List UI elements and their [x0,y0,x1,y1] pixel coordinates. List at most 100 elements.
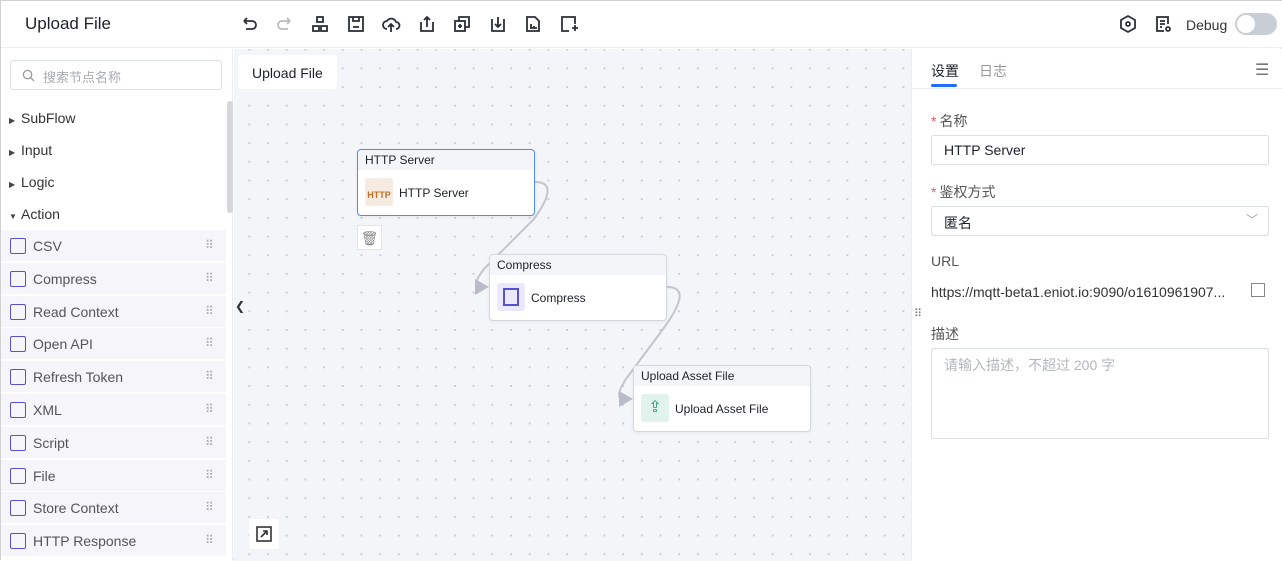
sidebar-scrollbar[interactable] [227,101,233,213]
auth-value: 匿名 [944,215,972,231]
palette-item-http-response[interactable]: HTTP Response ⠿ [1,525,226,558]
group-input[interactable]: ▶ Input [9,142,52,158]
drag-handle-icon[interactable]: ⠿ [205,500,214,514]
node-type-icon [10,533,26,550]
node-compress[interactable]: Compress Compress [489,254,667,321]
palette-item-csv[interactable]: CSV ⠿ [1,230,226,262]
palette-item-refresh-token[interactable]: Refresh Token ⠿ [1,361,226,394]
report-icon[interactable] [523,14,543,34]
item-label: Compress [33,270,97,287]
group-action[interactable]: ▼ Action [9,206,60,222]
save-icon[interactable] [346,14,366,34]
palette-item-store-context[interactable]: Store Context ⠿ [1,492,226,525]
node-header: Upload Asset File [634,366,810,386]
search-icon [22,69,35,82]
flow-title: Upload File [25,14,111,33]
node-search-input[interactable]: 搜索节点名称 [10,60,222,90]
item-label: Refresh Token [33,369,124,386]
desc-label: 描述 [931,326,959,342]
node-type-icon [10,402,26,418]
tab-logs[interactable]: 日志 [979,61,1007,81]
palette-item-xml[interactable]: XML ⠿ [1,394,226,426]
node-label: HTTP Server [399,186,469,200]
settings-hex-icon[interactable] [1118,14,1138,34]
collapse-panel-icon[interactable]: ☰ [1255,60,1269,80]
node-type-icon [10,500,26,517]
export-icon[interactable] [417,14,437,34]
node-type-icon [10,369,26,386]
group-logic[interactable]: ▶ Logic [9,174,54,190]
palette-item-file[interactable]: File ⠿ [1,459,226,492]
name-input[interactable]: HTTP Server [931,135,1269,165]
drag-handle-icon[interactable]: ⠿ [205,435,214,449]
caret-down-icon: ▼ [9,212,17,221]
group-label: Logic [21,174,55,190]
group-label: SubFlow [21,110,76,126]
palette-item-script[interactable]: Script ⠿ [1,426,226,459]
import-icon[interactable] [488,14,508,34]
palette-item-open-api[interactable]: Open API ⠿ [1,328,226,361]
copy-url-icon[interactable] [1251,283,1265,297]
search-placeholder: 搜索节点名称 [43,70,122,85]
drag-handle-icon[interactable]: ⠿ [205,304,214,318]
palette-item-compress[interactable]: Compress ⠿ [1,262,226,295]
debug-label: Debug [1186,17,1228,33]
compress-icon [497,283,525,311]
tab-settings[interactable]: 设置 [931,61,959,81]
description-textarea[interactable]: 请输入描述，不超过 200 字 [931,348,1269,439]
group-subflow[interactable]: ▶ SubFlow [9,110,75,126]
item-label: Script [33,434,69,451]
drag-handle-icon[interactable]: ⠿ [205,336,214,350]
node-type-icon [10,270,26,287]
trash-icon: 🗑 [360,230,379,246]
drag-handle-icon[interactable]: ⠿ [205,238,214,252]
node-http-server[interactable]: HTTP Server HTTP HTTP Server [357,149,535,216]
flow-canvas[interactable]: Upload File HTTP Server HTTP HTTP Server… [234,49,911,561]
item-label: File [33,467,56,484]
fit-view-icon [256,526,272,542]
redo-icon[interactable] [275,14,295,34]
add-grid-icon[interactable] [559,14,579,34]
auth-select[interactable]: 匿名 ﹀ [931,206,1269,236]
resize-handle-icon[interactable]: ⠿ [914,307,922,320]
active-tab-indicator [931,84,957,87]
collapse-sidebar-icon[interactable]: ❮ [235,299,245,313]
http-icon: HTTP [365,178,393,206]
node-label: Upload Asset File [675,402,769,416]
node-type-icon [10,467,26,484]
item-label: Open API [33,336,93,353]
palette-item-read-context[interactable]: Read Context ⠿ [1,295,226,328]
layout-icon[interactable] [310,14,330,34]
node-palette: 搜索节点名称 ▶ SubFlow ▶ Input ▶ Logic ▼ Action CS… [1,49,233,561]
item-label: XML [33,402,62,418]
drag-handle-icon[interactable]: ⠿ [205,402,214,416]
fit-view-button[interactable] [249,519,279,549]
node-label: Compress [531,291,586,305]
header: Upload File Debug [1,1,1282,48]
node-upload-asset-file[interactable]: Upload Asset File ⇪ Upload Asset File [633,365,811,432]
delete-node-button[interactable]: 🗑 [357,225,382,250]
properties-panel: 设置 日志 ☰ * 名称 HTTP Server * 鉴权方式 匿名 ﹀ URL ht… [911,49,1282,561]
drag-handle-icon[interactable]: ⠿ [205,369,214,383]
undo-icon[interactable] [239,14,259,34]
item-label: HTTP Response [33,533,137,550]
upload-file-icon: ⇪ [641,394,669,422]
drag-handle-icon[interactable]: ⠿ [205,271,214,285]
url-value: https://mqtt-beta1.eniot.io:9090/o161096… [931,284,1226,300]
node-header: HTTP Server [358,150,534,170]
debug-toggle[interactable] [1235,13,1277,35]
drag-handle-icon[interactable]: ⠿ [205,533,214,547]
cloud-upload-icon[interactable] [381,14,401,34]
copy-icon[interactable] [452,14,472,34]
auth-label: * 鉴权方式 [931,184,996,200]
node-type-icon [10,434,26,451]
url-label: URL [931,253,960,269]
drag-handle-icon[interactable]: ⠿ [205,468,214,482]
caret-right-icon: ▶ [9,180,16,189]
doc-settings-icon[interactable] [1153,14,1173,34]
caret-right-icon: ▶ [9,116,16,125]
item-label: Read Context [33,303,119,320]
chevron-down-icon: ﹀ [1245,213,1258,227]
group-label: Input [21,142,53,158]
node-header: Compress [490,255,666,275]
